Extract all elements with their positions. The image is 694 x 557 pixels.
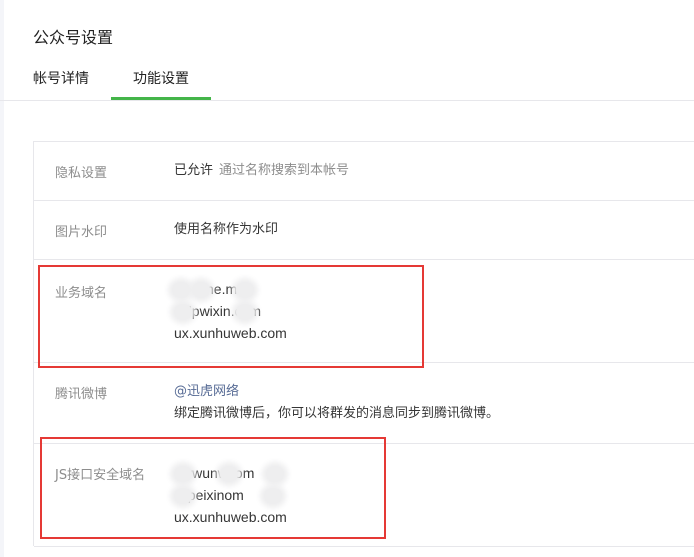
privacy-status: 已允许 bbox=[174, 163, 214, 178]
weibo-value: @迅虎网络 绑定腾讯微博后，你可以将群发的消息同步到腾讯微博。 bbox=[174, 381, 499, 425]
watermark-row: 图片水印 使用名称作为水印 bbox=[34, 201, 694, 260]
highlight-box-js-domain bbox=[40, 437, 386, 539]
privacy-row: 隐私设置 已允许 通过名称搜索到本帐号 bbox=[34, 142, 694, 201]
tab-bar: 帐号详情 功能设置 bbox=[0, 62, 694, 101]
privacy-label: 隐私设置 bbox=[55, 166, 108, 181]
weibo-row: 腾讯微博 @迅虎网络 绑定腾讯微博后，你可以将群发的消息同步到腾讯微博。 bbox=[34, 363, 694, 444]
tab-feature-settings[interactable]: 功能设置 bbox=[133, 68, 189, 88]
active-tab-indicator bbox=[111, 97, 211, 100]
watermark-value: 使用名称作为水印 bbox=[174, 222, 279, 237]
weibo-description: 绑定腾讯微博后，你可以将群发的消息同步到腾讯微博。 bbox=[174, 406, 500, 421]
weibo-label: 腾讯微博 bbox=[55, 387, 108, 402]
privacy-value: 已允许 通过名称搜索到本帐号 bbox=[174, 160, 349, 182]
highlight-box-business-domain bbox=[38, 265, 424, 368]
privacy-note: 通过名称搜索到本帐号 bbox=[219, 163, 350, 178]
watermark-label: 图片水印 bbox=[55, 225, 108, 240]
page-title: 公众号设置 bbox=[33, 28, 114, 47]
tab-account-details[interactable]: 帐号详情 bbox=[33, 68, 89, 88]
weibo-account-link[interactable]: @迅虎网络 bbox=[174, 381, 499, 403]
